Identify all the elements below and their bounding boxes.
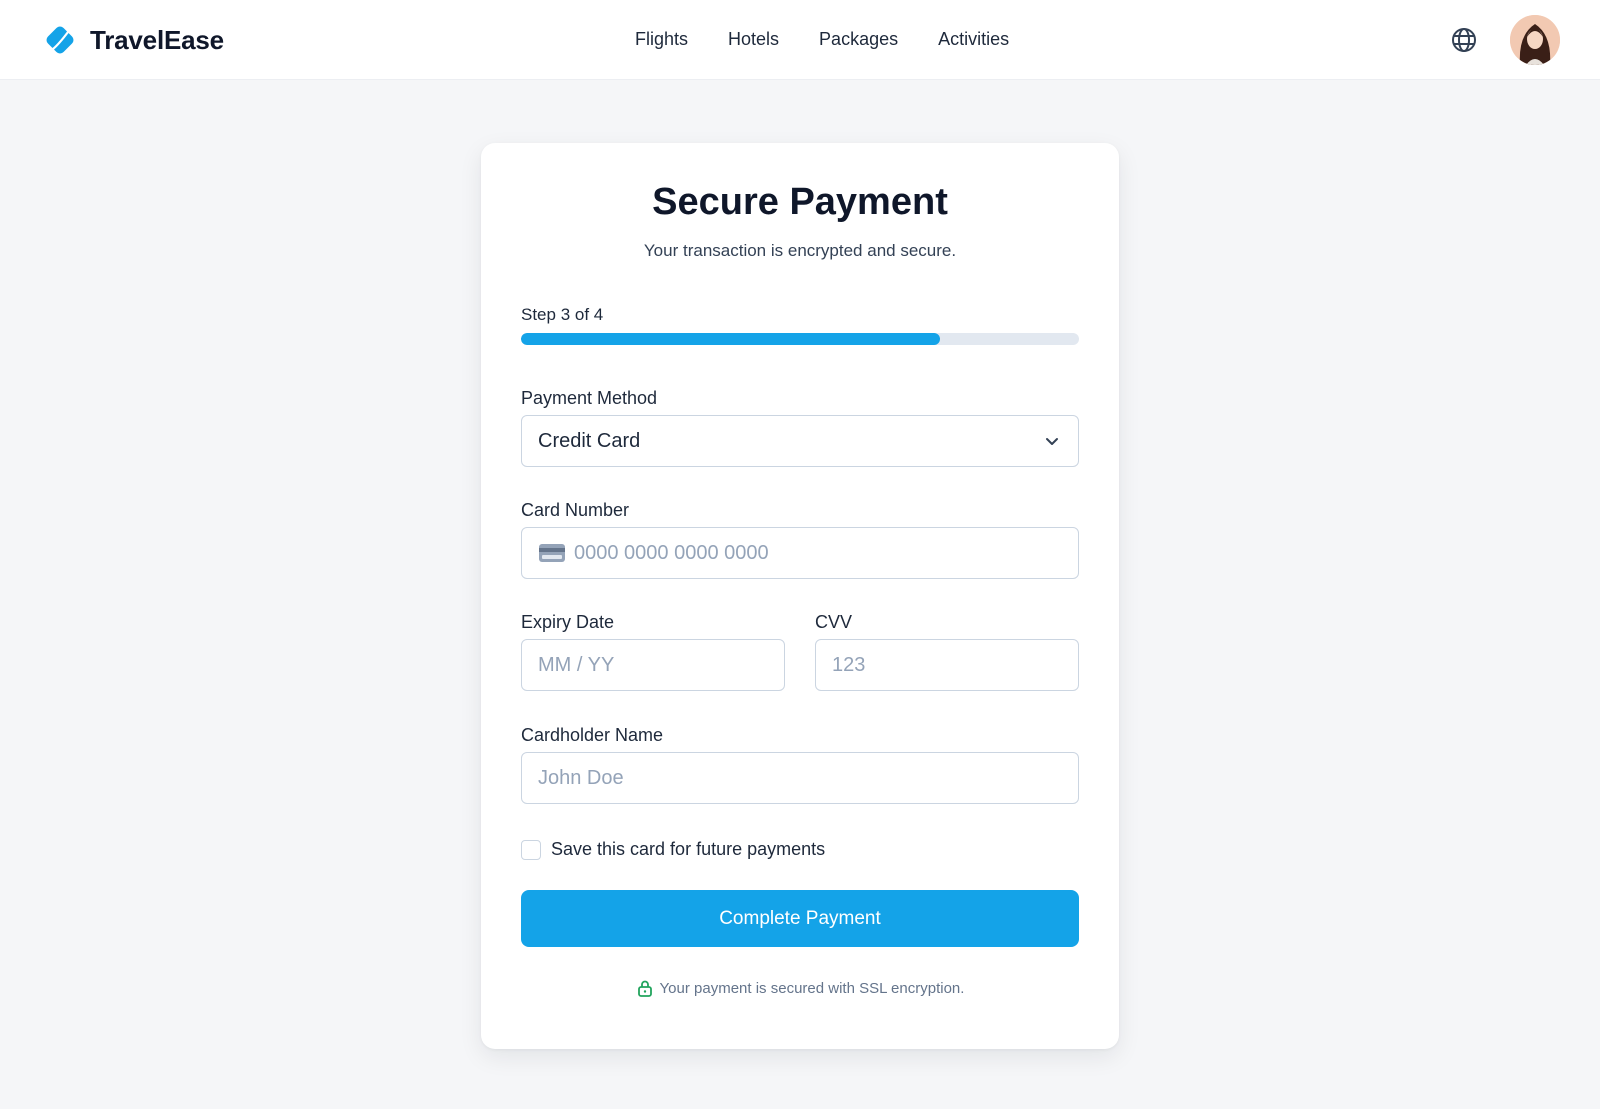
page-subtitle: Your transaction is encrypted and secure… xyxy=(643,241,957,260)
globe-icon[interactable] xyxy=(1450,26,1478,54)
expiry-date-label: Expiry Date xyxy=(521,612,615,632)
page-title: Secure Payment xyxy=(652,181,948,223)
brand[interactable]: TravelEase xyxy=(42,22,224,58)
nav-link-activities[interactable]: Activities xyxy=(938,29,1009,50)
progress-bar-fill xyxy=(521,333,940,345)
expiry-date-field xyxy=(521,639,785,691)
chevron-down-icon xyxy=(1046,438,1058,445)
cvv-input[interactable] xyxy=(816,640,1078,690)
top-navigation-bar: TravelEase Flights Hotels Packages Activ… xyxy=(0,0,1600,80)
card-number-field xyxy=(521,527,1079,579)
expiry-date-input[interactable] xyxy=(522,640,784,690)
complete-payment-button[interactable]: Complete Payment xyxy=(521,890,1079,947)
credit-card-icon xyxy=(539,544,565,562)
cardholder-name-label: Cardholder Name xyxy=(521,725,664,745)
progress-bar xyxy=(521,333,1079,345)
nav-link-flights[interactable]: Flights xyxy=(635,29,688,50)
save-card-label[interactable]: Save this card for future payments xyxy=(551,839,825,860)
cardholder-name-input[interactable] xyxy=(522,753,1078,803)
cardholder-name-field xyxy=(521,752,1079,804)
payment-card: Secure Payment Your transaction is encry… xyxy=(481,143,1119,1049)
save-card-checkbox[interactable] xyxy=(521,839,541,860)
brand-name: TravelEase xyxy=(90,24,224,55)
payment-method-value: Credit Card xyxy=(538,429,641,452)
nav-link-hotels[interactable]: Hotels xyxy=(728,29,779,50)
tag-logo-icon xyxy=(46,26,74,54)
save-card-option[interactable]: Save this card for future payments xyxy=(521,839,825,860)
security-note-text: Your payment is secured with SSL encrypt… xyxy=(659,979,965,997)
nav-link-packages[interactable]: Packages xyxy=(819,29,898,50)
card-number-input[interactable] xyxy=(566,528,1078,578)
security-note: Your payment is secured with SSL encrypt… xyxy=(481,979,1119,997)
user-avatar-image xyxy=(1510,15,1560,65)
step-indicator: Step 3 of 4 xyxy=(521,305,604,324)
main-nav: Flights Hotels Packages Activities xyxy=(635,29,1049,50)
cvv-field xyxy=(815,639,1079,691)
card-number-label: Card Number xyxy=(521,500,630,520)
payment-method-label: Payment Method xyxy=(521,388,658,408)
avatar[interactable] xyxy=(1510,15,1560,65)
cvv-label: CVV xyxy=(815,612,853,632)
payment-method-select[interactable]: Credit Card xyxy=(521,415,1079,467)
lock-icon xyxy=(637,980,652,997)
